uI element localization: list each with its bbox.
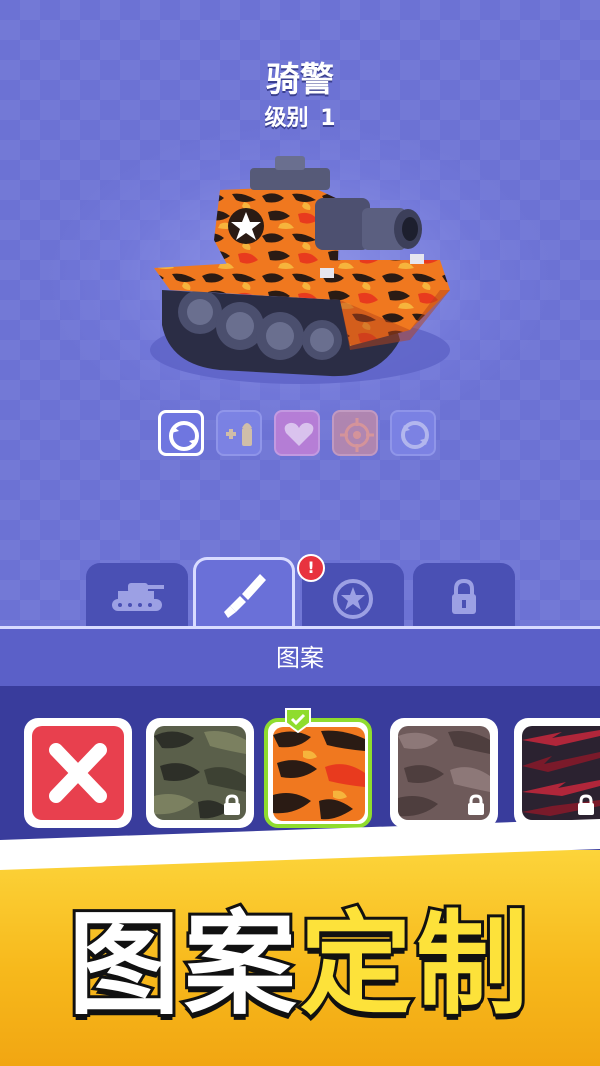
level-label: 级别 — [264, 106, 309, 131]
camo-texture — [273, 730, 365, 820]
promo-title: 图案定制 — [0, 897, 600, 1033]
lock-icon — [468, 794, 484, 815]
close-icon — [49, 743, 107, 803]
lock-icon — [578, 794, 594, 815]
pattern-none-button[interactable] — [24, 718, 132, 828]
tank-level: 级别 1 — [0, 100, 600, 132]
rotate-icon — [169, 421, 199, 451]
pattern-green-camo[interactable] — [146, 718, 254, 828]
orange-camo-swatch — [273, 727, 365, 821]
tab-locked[interactable] — [413, 563, 515, 633]
level-value: 1 — [320, 106, 336, 131]
ability-slot-rotate-2[interactable] — [390, 410, 436, 456]
rotate-icon — [401, 421, 429, 449]
ammo-plus-icon — [226, 423, 252, 446]
lock-icon — [224, 794, 240, 815]
crosshair-icon — [340, 418, 374, 452]
tank-icon — [112, 583, 164, 611]
promo-word-custom: 定制 — [297, 897, 532, 1033]
tank-model — [150, 156, 450, 384]
tab-tank[interactable] — [86, 563, 188, 633]
ability-slot-heart[interactable] — [274, 410, 320, 456]
ability-row — [158, 410, 448, 460]
tab-paint[interactable] — [193, 557, 295, 633]
remove-pattern-swatch — [32, 726, 124, 820]
pattern-orange-camo[interactable] — [264, 718, 372, 828]
paint-brush-icon — [224, 574, 266, 618]
pattern-brown-camo[interactable] — [390, 718, 498, 828]
selected-check-icon — [285, 708, 311, 733]
tank-name: 骑警 — [266, 60, 334, 100]
lock-icon — [452, 578, 476, 614]
promo-word-pattern: 图案 — [65, 897, 300, 1033]
notification-badge: ! — [297, 554, 325, 582]
heart-icon — [284, 422, 314, 446]
ability-slot-crosshair[interactable] — [332, 410, 378, 456]
ability-slot-ammo[interactable] — [216, 410, 262, 456]
panel-title: 图案 — [276, 644, 324, 672]
ability-slot-rotate[interactable] — [158, 410, 204, 456]
pattern-red-stripe-camo[interactable] — [514, 718, 600, 828]
